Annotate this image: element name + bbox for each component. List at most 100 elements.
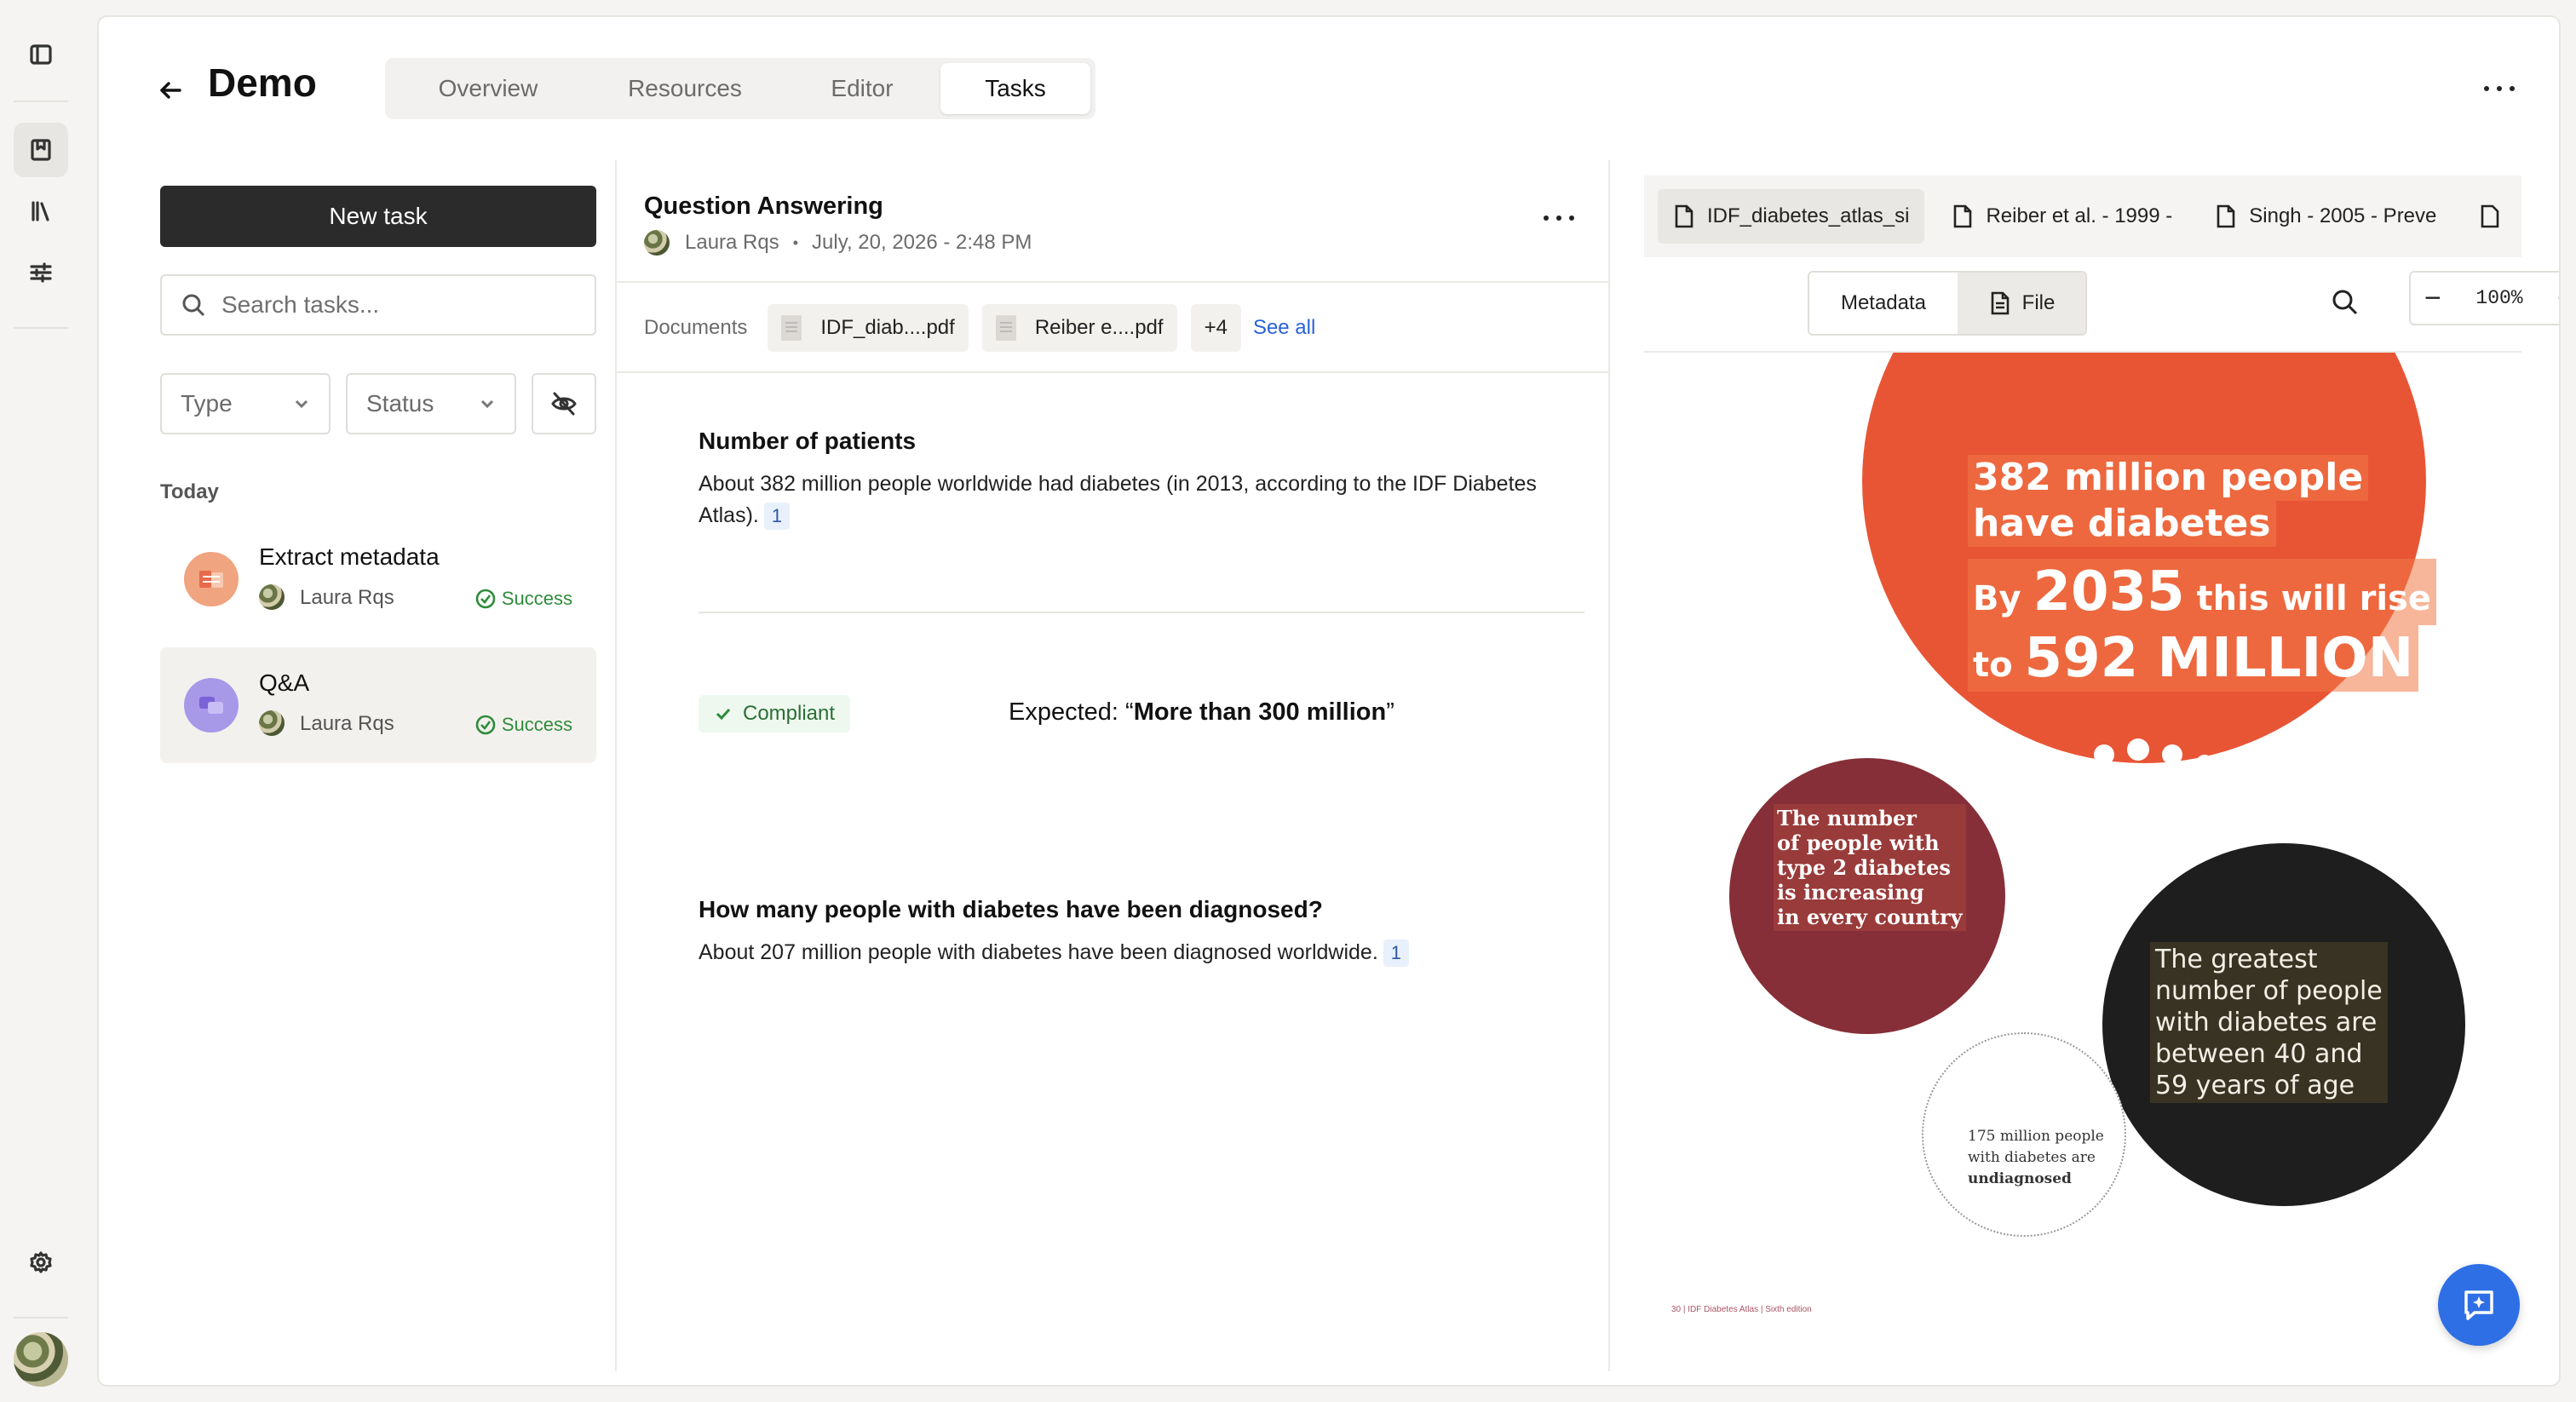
- infographic-black-text: The greatest number of people with diabe…: [2150, 942, 2388, 1103]
- documents-row: Documents IDF_diab....pdf Reiber e....pd…: [644, 303, 1315, 353]
- see-all-documents-link[interactable]: See all: [1253, 316, 1315, 340]
- document-thumbnail-icon: [995, 315, 1016, 341]
- infographic-line: By 2035 this will rise: [1968, 559, 2436, 625]
- citation-ref[interactable]: 1: [1383, 939, 1410, 967]
- user-avatar[interactable]: [14, 1332, 68, 1387]
- tab-resources[interactable]: Resources: [586, 63, 784, 114]
- gear-icon: [30, 1251, 52, 1273]
- sidebar-icon: [30, 44, 52, 65]
- chat-assistant-button[interactable]: [2438, 1264, 2520, 1346]
- task-item-qa[interactable]: Q&A Laura Rqs Success: [160, 647, 596, 763]
- file-icon: [1954, 204, 1972, 228]
- document-thumbnail-icon: [781, 315, 802, 341]
- page-title: Demo: [208, 60, 317, 105]
- file-tabs: IDF_diabetes_atlas_si Reiber et al. - 19…: [1644, 175, 2521, 257]
- search-in-document-button[interactable]: [2331, 288, 2365, 322]
- arrow-left-icon: [160, 82, 181, 99]
- new-task-button[interactable]: New task: [160, 186, 596, 247]
- file-tab[interactable]: Singh - 2005 - Preve: [2199, 189, 2452, 244]
- rail-projects-button[interactable]: [14, 123, 68, 177]
- infographic-line: 382 million people: [1968, 455, 2369, 501]
- citation-ref[interactable]: 1: [763, 503, 791, 530]
- infographic-headline: 382 million people have diabetes By 2035…: [1968, 455, 2521, 692]
- infographic-line: of people with: [1777, 830, 1940, 855]
- expected-value-text: More than 300 million: [1133, 698, 1387, 726]
- task-title: Q&A: [259, 669, 310, 696]
- view-tabs: Overview Resources Editor Tasks: [385, 58, 1095, 119]
- document-chip-label: Reiber e....pdf: [1034, 316, 1164, 339]
- file-text-icon: [1991, 291, 2009, 315]
- file-tab-label: Reiber et al. - 1999 -: [1986, 204, 2173, 227]
- library-icon: [32, 201, 49, 221]
- tab-overview[interactable]: Overview: [390, 63, 586, 114]
- status-text: Success: [501, 588, 572, 609]
- rail-library-button[interactable]: [14, 184, 68, 238]
- infographic-line: The greatest: [2155, 945, 2318, 974]
- more-dots-icon: [2510, 86, 2515, 91]
- user-avatar: [259, 710, 285, 736]
- status-badge: Success: [474, 588, 572, 610]
- file-icon: [2217, 204, 2235, 228]
- task-detail-panel: Question Answering Laura Rqs • July, 20,…: [617, 153, 1608, 1371]
- document-chip[interactable]: Reiber e....pdf: [981, 304, 1177, 352]
- file-tab[interactable]: Reiber et al. - 1999 -: [1936, 189, 2188, 244]
- task-title: Extract metadata: [259, 543, 440, 570]
- zoom-in-button[interactable]: +: [2557, 282, 2559, 315]
- chat-sparkle-icon: [2464, 1290, 2493, 1320]
- file-view-button[interactable]: File: [1958, 273, 2085, 334]
- toggle-sidebar-button[interactable]: [14, 27, 68, 82]
- check-circle-icon: [475, 715, 496, 735]
- check-circle-icon: [475, 589, 496, 609]
- task-list-panel: New task Type Status Today Extract metad…: [160, 153, 596, 1371]
- qa-question: Number of patients: [699, 428, 917, 454]
- user-avatar: [644, 230, 670, 256]
- back-button[interactable]: [152, 72, 189, 109]
- more-dots-icon: [1556, 215, 1561, 221]
- task-item-extract-metadata[interactable]: Extract metadata Laura Rqs Success: [160, 521, 596, 637]
- infographic-line: have diabetes: [1968, 501, 2276, 547]
- qa-answer-text: About 382 million people worldwide had d…: [699, 472, 1537, 527]
- qa-block: Number of patients About 382 million peo…: [699, 428, 1584, 531]
- file-tab[interactable]: [2464, 189, 2521, 244]
- file-tab-label: IDF_diabetes_atlas_si: [1707, 204, 1910, 227]
- toggle-visibility-button[interactable]: [532, 373, 596, 434]
- meta-separator: •: [792, 233, 799, 251]
- infographic-word: this will rise: [2184, 579, 2431, 618]
- metadata-view-button[interactable]: Metadata: [1809, 273, 1958, 334]
- zoom-out-button[interactable]: −: [2424, 282, 2441, 315]
- task-detail-user: Laura Rqs: [685, 231, 779, 254]
- qa-block: How many people with diabetes have been …: [699, 896, 1584, 968]
- file-tab[interactable]: IDF_diabetes_atlas_si: [1658, 189, 1925, 244]
- document-chip-label: IDF_diab....pdf: [820, 316, 955, 339]
- type-filter-select[interactable]: Type: [160, 373, 331, 434]
- search-tasks-input[interactable]: [221, 291, 579, 319]
- divider: [617, 281, 1608, 283]
- bookmark-book-icon: [31, 139, 51, 161]
- rail-settings-sliders-button[interactable]: [14, 245, 68, 300]
- tab-tasks[interactable]: Tasks: [940, 63, 1090, 114]
- status-filter-select[interactable]: Status: [346, 373, 516, 434]
- task-more-menu-button[interactable]: [1542, 210, 1576, 227]
- more-dots-icon: [2497, 86, 2502, 91]
- sliders-icon: [30, 262, 52, 283]
- infographic-word: 592 MILLION: [2024, 627, 2414, 690]
- page-more-menu-button[interactable]: [2482, 75, 2516, 102]
- zoom-control: − 100% +: [2409, 271, 2559, 325]
- page-header: Demo Overview Resources Editor Tasks: [99, 17, 2559, 153]
- tab-editor[interactable]: Editor: [784, 63, 940, 114]
- more-documents-chip[interactable]: +4: [1190, 304, 1241, 352]
- infographic-word: to: [1973, 646, 2025, 685]
- divider: [699, 612, 1584, 613]
- document-chip[interactable]: IDF_diab....pdf: [768, 304, 969, 352]
- section-label-today: Today: [160, 480, 219, 503]
- settings-button[interactable]: [14, 1235, 68, 1290]
- qa-answer: About 207 million people with diabetes h…: [699, 937, 1550, 968]
- eye-off-icon: [551, 392, 577, 416]
- infographic-line: 59 years of age: [2155, 1071, 2355, 1100]
- divider: [617, 371, 1608, 373]
- task-user: Laura Rqs: [300, 586, 394, 609]
- infographic-line: undiagnosed: [1968, 1170, 2072, 1187]
- file-icon: [1675, 204, 1693, 228]
- page-footer: 30 | IDF Diabetes Atlas | Sixth edition: [1671, 1305, 1812, 1314]
- chevron-down-icon: [295, 399, 308, 409]
